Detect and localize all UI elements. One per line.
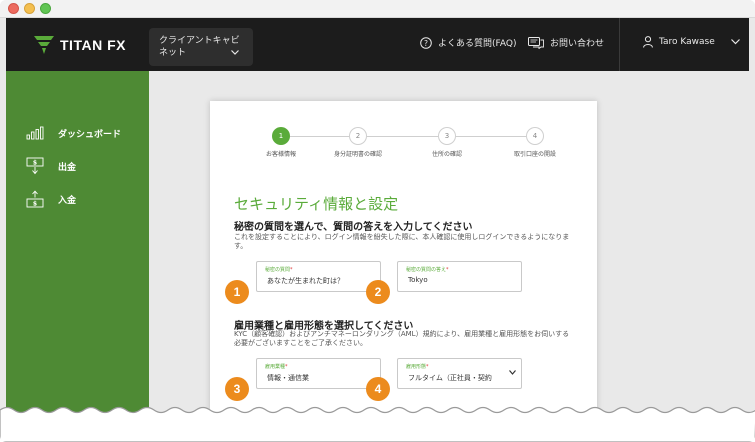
nav-divider: [619, 18, 620, 71]
sidebar: ダッシュボード $ 出金 $ 入金: [6, 71, 149, 442]
browser-window: TITAN FX クライアントキャビネット ? よくある質問(FAQ) お問い合…: [0, 0, 755, 442]
bar-chart-icon: [26, 126, 44, 140]
sidebar-item-label: 入金: [58, 195, 77, 206]
user-icon: [643, 36, 653, 48]
svg-text:$: $: [33, 160, 37, 167]
step-1-label: お客様情報: [265, 151, 297, 158]
callout-badge-1: 1: [225, 280, 249, 304]
client-cabinet-dropdown[interactable]: クライアントキャビネット: [149, 28, 253, 66]
progress-stepper: 1 2 3 4 お客様情報 身分証明書の確認 住所の確認 取引口座の開設: [210, 127, 597, 167]
chevron-down-icon: [231, 50, 239, 55]
sidebar-item-deposit[interactable]: $ 入金: [26, 190, 76, 208]
section-description-employment: KYC（顧客確認）およびアンチマネーロンダリング（AML）規約により、雇用業種と…: [234, 330, 570, 347]
svg-text:?: ?: [424, 38, 428, 47]
field-value: あなたが生まれた町は？: [267, 277, 344, 285]
torn-edge-decoration: [0, 406, 755, 442]
employment-type-select[interactable]: 雇用形態* フルタイム（正社員・契約: [397, 358, 522, 389]
user-name: Taro Kawase: [659, 37, 715, 47]
step-2-circle: 2: [349, 127, 367, 145]
cabinet-label: クライアントキャビネット: [159, 36, 240, 58]
deposit-icon: $: [26, 190, 44, 208]
titanfx-logo[interactable]: TITAN FX: [34, 35, 126, 55]
field-value: Tokyo: [408, 276, 428, 284]
step-3-circle: 3: [438, 127, 456, 145]
chat-icon: [528, 36, 544, 49]
industry-select[interactable]: 雇用業種* 情報・通信業: [256, 358, 381, 389]
close-window-button[interactable]: [8, 3, 19, 14]
step-1-circle: 1: [272, 127, 290, 145]
section-heading-secret-question: 秘密の質問を選んで、質問の答えを入力してください: [234, 222, 473, 233]
top-navigation-bar: TITAN FX クライアントキャビネット ? よくある質問(FAQ) お問い合…: [6, 18, 749, 71]
faq-link[interactable]: ? よくある質問(FAQ): [420, 36, 516, 49]
faq-label: よくある質問(FAQ): [438, 39, 517, 49]
window-titlebar: [0, 0, 755, 18]
sidebar-item-label: ダッシュボード: [58, 129, 122, 140]
sidebar-item-dashboard[interactable]: ダッシュボード: [26, 126, 121, 140]
page-viewport: TITAN FX クライアントキャビネット ? よくある質問(FAQ) お問い合…: [6, 18, 749, 442]
field-value: 情報・通信業: [267, 374, 309, 382]
chevron-down-icon: [730, 39, 740, 45]
contact-label: お問い合わせ: [550, 39, 605, 49]
field-label: 秘密の質問の答え*: [406, 267, 449, 273]
maximize-window-button[interactable]: [40, 3, 51, 14]
main-content: 1 2 3 4 お客様情報 身分証明書の確認 住所の確認 取引口座の開設 セキュ…: [149, 71, 749, 442]
sidebar-item-withdraw[interactable]: $ 出金: [26, 157, 76, 175]
minimize-window-button[interactable]: [24, 3, 35, 14]
registration-card: 1 2 3 4 お客様情報 身分証明書の確認 住所の確認 取引口座の開設 セキュ…: [210, 101, 597, 442]
field-label: 雇用形態*: [406, 364, 429, 370]
withdraw-icon: $: [26, 157, 44, 175]
step-4-label: 取引口座の開設: [513, 151, 557, 158]
step-4-circle: 4: [526, 127, 544, 145]
field-value: フルタイム（正社員・契約: [408, 374, 492, 382]
step-3-label: 住所の確認: [431, 151, 463, 158]
titan-logo-icon: [34, 36, 54, 54]
question-circle-icon: ?: [420, 36, 432, 49]
secret-question-select[interactable]: 秘密の質問* あなたが生まれた町は？: [256, 261, 381, 292]
step-connector: [290, 136, 349, 137]
step-connector: [456, 136, 526, 137]
callout-badge-2: 2: [366, 280, 390, 304]
svg-text:$: $: [33, 201, 37, 208]
sidebar-item-label: 出金: [58, 162, 77, 173]
secret-answer-input[interactable]: 秘密の質問の答え* Tokyo: [397, 261, 522, 292]
chevron-down-icon: [509, 370, 516, 375]
section-description-secret-question: これを設定することにより、ログイン情報を紛失した際に、本人確認に使用しログインで…: [234, 233, 570, 250]
step-connector: [367, 136, 438, 137]
field-label: 秘密の質問*: [265, 267, 293, 273]
page-title: セキュリティ情報と設定: [234, 195, 399, 213]
contact-link[interactable]: お問い合わせ: [528, 36, 604, 49]
logo-text: TITAN FX: [60, 37, 126, 53]
field-label: 雇用業種*: [265, 364, 288, 370]
step-2-label: 身分証明書の確認: [333, 151, 383, 158]
user-menu[interactable]: Taro Kawase: [643, 36, 740, 48]
